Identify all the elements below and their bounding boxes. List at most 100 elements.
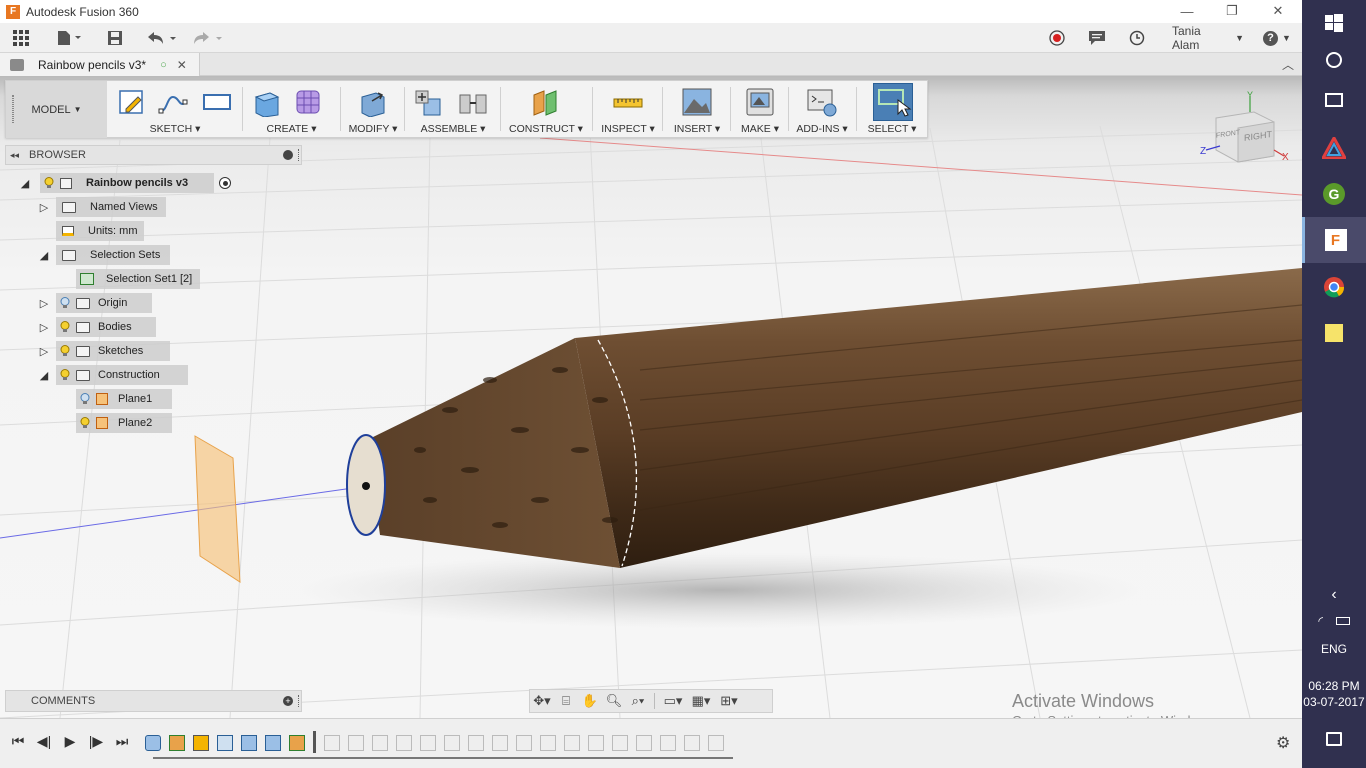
- close-tab-icon[interactable]: ✕: [177, 58, 187, 72]
- go-to-start-icon[interactable]: ⏮: [8, 733, 28, 750]
- browser-node-sketches[interactable]: Sketches: [56, 341, 170, 361]
- browser-node-named-views[interactable]: Named Views: [56, 197, 166, 217]
- display-settings-icon[interactable]: ▭▾: [659, 691, 687, 711]
- input-language[interactable]: ENG: [1302, 626, 1366, 672]
- insert-group[interactable]: INSERT ▾: [664, 81, 730, 138]
- line-icon[interactable]: [158, 87, 188, 117]
- clock[interactable]: 06:28 PM 03-07-2017: [1302, 672, 1366, 716]
- app-sticky-notes-icon[interactable]: [1302, 310, 1366, 356]
- battery-icon[interactable]: [1335, 617, 1350, 625]
- save-icon[interactable]: [104, 28, 126, 48]
- comments-panel-header[interactable]: COMMENTS +: [5, 690, 302, 712]
- visibility-bulb-on-icon[interactable]: [80, 417, 90, 429]
- close-button[interactable]: ✕: [1255, 2, 1301, 20]
- new-component-icon[interactable]: [414, 87, 444, 117]
- fit-zoom-icon[interactable]: ⌕▾: [626, 691, 650, 711]
- timeline-feature-suppressed-icon[interactable]: [516, 735, 532, 751]
- expand-triangle-icon[interactable]: ▷: [38, 344, 50, 358]
- scripts-addins-icon[interactable]: [807, 87, 837, 117]
- undo-icon[interactable]: [144, 28, 178, 48]
- browser-root-node[interactable]: Rainbow pencils v3: [40, 173, 214, 193]
- task-view-icon[interactable]: [1302, 77, 1366, 123]
- pan-hand-icon[interactable]: ✋: [578, 691, 602, 711]
- browser-node-units[interactable]: Units: mm: [56, 221, 144, 241]
- timeline-feature-suppressed-icon[interactable]: [612, 735, 628, 751]
- expand-triangle-icon[interactable]: ▷: [38, 296, 50, 310]
- visibility-bulb-on-icon[interactable]: [44, 177, 54, 189]
- collapse-triangle-icon[interactable]: ◢: [19, 176, 31, 190]
- maximize-button[interactable]: ❐: [1209, 2, 1255, 20]
- timeline-settings-gear-icon[interactable]: ⚙: [1276, 733, 1290, 753]
- timeline-feature-suppressed-icon[interactable]: [468, 735, 484, 751]
- offset-plane-icon[interactable]: [530, 87, 560, 117]
- make-group[interactable]: MAKE ▾: [732, 81, 788, 138]
- timeline-feature-plane-icon[interactable]: [289, 735, 305, 751]
- timeline-feature-extrude-icon[interactable]: [241, 735, 257, 751]
- look-at-icon[interactable]: ⌸: [554, 691, 578, 711]
- step-forward-icon[interactable]: |▶: [86, 733, 106, 750]
- action-center-icon[interactable]: [1302, 716, 1366, 762]
- timeline-feature-suppressed-icon[interactable]: [564, 735, 580, 751]
- timeline-feature-suppressed-icon[interactable]: [684, 735, 700, 751]
- app-autodesk-icon[interactable]: [1302, 125, 1366, 171]
- app-grammarly-icon[interactable]: G: [1302, 171, 1366, 217]
- visibility-bulb-on-icon[interactable]: [60, 345, 70, 357]
- help-menu[interactable]: ? ▼: [1261, 28, 1293, 48]
- orbit-icon[interactable]: ✥▾: [530, 691, 554, 711]
- app-fusion360-icon[interactable]: F: [1302, 217, 1366, 263]
- zoom-icon[interactable]: 🔍︎: [602, 691, 626, 711]
- browser-node-selection-sets[interactable]: Selection Sets: [56, 245, 170, 265]
- view-cube[interactable]: Y Z X FRONT RIGHT: [1198, 90, 1298, 172]
- timeline-feature-suppressed-icon[interactable]: [588, 735, 604, 751]
- record-icon[interactable]: [1047, 28, 1067, 48]
- measure-icon[interactable]: [613, 87, 643, 117]
- timeline-feature-suppressed-icon[interactable]: [636, 735, 652, 751]
- browser-node-bodies[interactable]: Bodies: [56, 317, 156, 337]
- workspace-switcher[interactable]: MODEL ▼: [6, 81, 107, 138]
- minimize-panel-icon[interactable]: [283, 150, 293, 160]
- insert-image-icon[interactable]: [682, 87, 712, 117]
- inspect-group[interactable]: INSPECT ▾: [594, 81, 662, 138]
- visibility-bulb-on-icon[interactable]: [60, 321, 70, 333]
- select-group[interactable]: SELECT ▾: [858, 81, 926, 138]
- timeline-feature-revolve-icon[interactable]: [217, 735, 233, 751]
- add-ins-group[interactable]: ADD-INS ▾: [790, 81, 854, 138]
- select-tool-active[interactable]: [873, 83, 913, 121]
- visibility-bulb-off-icon[interactable]: [80, 393, 90, 405]
- press-pull-icon[interactable]: [358, 87, 388, 117]
- go-to-end-icon[interactable]: ⏭: [112, 733, 132, 750]
- notifications-icon[interactable]: [1087, 28, 1107, 48]
- form-icon[interactable]: [294, 87, 324, 117]
- timeline-feature-suppressed-icon[interactable]: [324, 735, 340, 751]
- timeline-feature-suppressed-icon[interactable]: [708, 735, 724, 751]
- joint-icon[interactable]: [458, 87, 488, 117]
- assemble-group[interactable]: ASSEMBLE ▾: [406, 81, 500, 138]
- extrude-icon[interactable]: [252, 87, 282, 117]
- create-sketch-icon[interactable]: [118, 87, 148, 117]
- visibility-bulb-off-icon[interactable]: [60, 297, 70, 309]
- data-panel-grid-icon[interactable]: [10, 28, 32, 48]
- document-tab[interactable]: Rainbow pencils v3* ○ ✕: [0, 53, 200, 76]
- play-icon[interactable]: ▶: [60, 733, 80, 750]
- browser-panel-header[interactable]: ◂◂ BROWSER: [5, 145, 302, 165]
- browser-node-origin[interactable]: Origin: [56, 293, 152, 313]
- timeline-feature-plane-icon[interactable]: [169, 735, 185, 751]
- collapse-chevron-up-icon[interactable]: ︿: [1282, 56, 1294, 73]
- browser-node-plane2[interactable]: Plane2: [76, 413, 172, 433]
- app-chrome-icon[interactable]: [1302, 264, 1366, 310]
- visibility-bulb-on-icon[interactable]: [60, 369, 70, 381]
- timeline-feature-suppressed-icon[interactable]: [420, 735, 436, 751]
- timeline-feature-suppressed-icon[interactable]: [396, 735, 412, 751]
- browser-node-plane1[interactable]: Plane1: [76, 389, 172, 409]
- construct-group[interactable]: CONSTRUCT ▾: [502, 81, 590, 138]
- file-menu-icon[interactable]: [54, 28, 84, 48]
- grid-settings-icon[interactable]: ▦▾: [687, 691, 715, 711]
- timeline-feature-sketch-icon[interactable]: [193, 735, 209, 751]
- collapse-triangle-icon[interactable]: ◢: [38, 368, 50, 382]
- create-group[interactable]: CREATE ▾: [244, 81, 339, 138]
- expand-triangle-icon[interactable]: ▷: [38, 200, 50, 214]
- timeline-feature-suppressed-icon[interactable]: [660, 735, 676, 751]
- timeline-feature-body-icon[interactable]: [145, 735, 161, 751]
- activate-component-radio-icon[interactable]: [219, 177, 231, 189]
- collapse-triangle-icon[interactable]: ◢: [38, 248, 50, 262]
